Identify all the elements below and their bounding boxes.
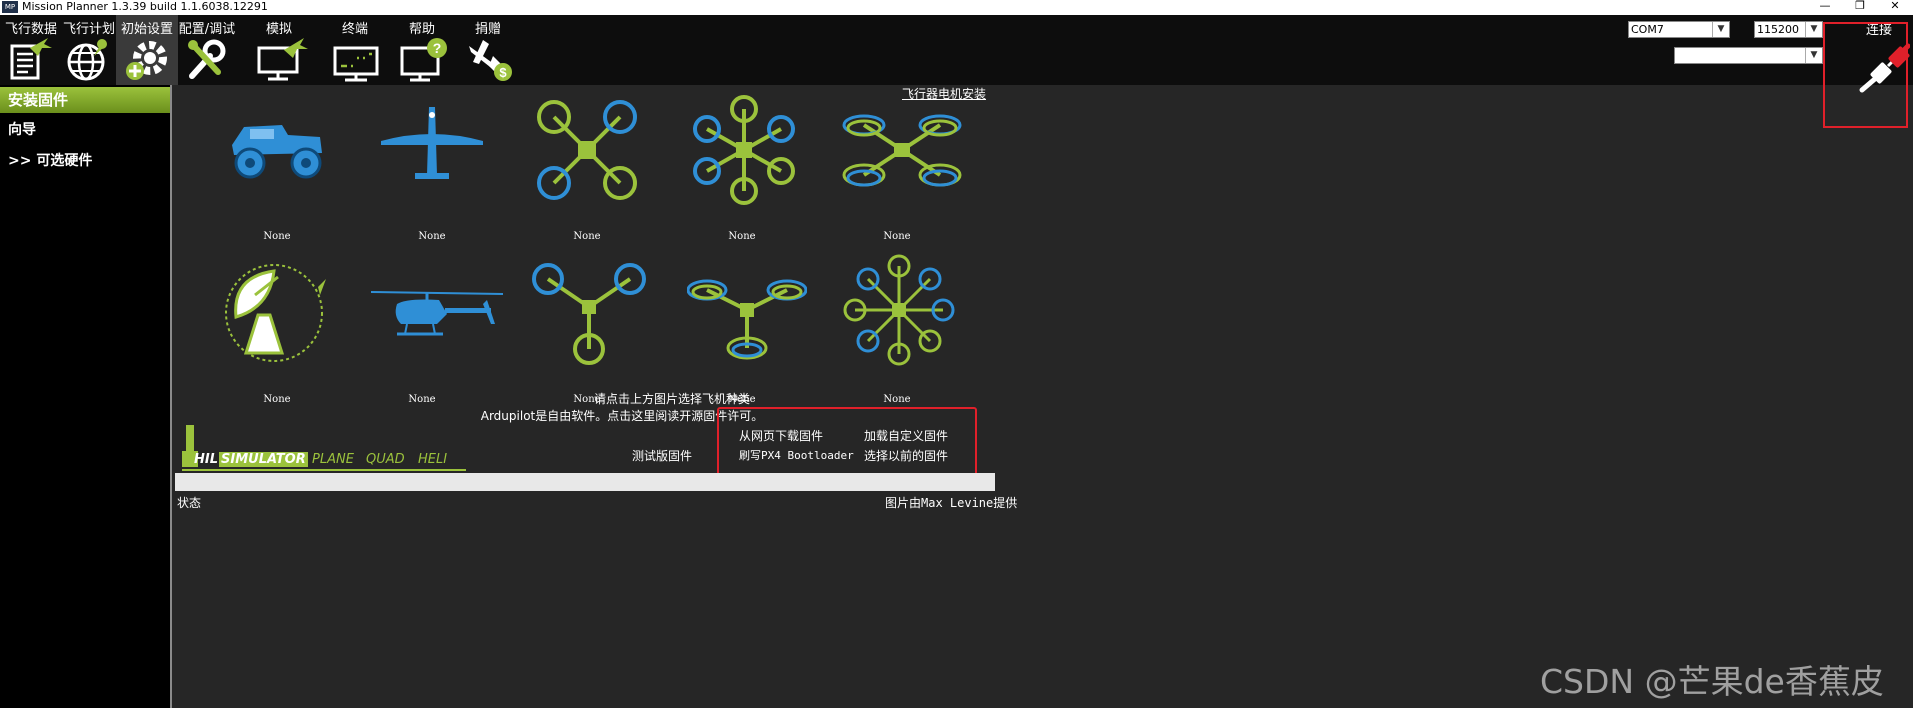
menu-label: 飞行数据 [4, 22, 57, 37]
menu-flight-data[interactable]: 飞行数据 [0, 15, 62, 85]
baud-select[interactable]: 115200 ▼ [1754, 21, 1823, 38]
airframe-antenna-tracker[interactable]: None [217, 257, 337, 405]
watermark: CSDN @芒果de香蕉皮 [1540, 662, 1884, 701]
hil-heli-link[interactable]: HELI [418, 452, 447, 467]
beta-firmware-link[interactable]: 测试版固件 [632, 447, 692, 464]
tri-icon [532, 263, 646, 365]
octa-quad-icon [842, 114, 962, 187]
airframe-octa[interactable]: None [837, 253, 957, 405]
chevron-down-icon: ▼ [1712, 22, 1729, 37]
window-title: Mission Planner 1.3.39 build 1.1.6038.12… [22, 0, 268, 13]
close-icon[interactable]: ✕ [1880, 0, 1910, 15]
hil-prefix: HIL [194, 452, 219, 467]
menu-terminal[interactable]: 终端 [324, 15, 386, 85]
airframe-caption: None [418, 231, 446, 242]
airframe-tri[interactable]: None [527, 257, 647, 405]
menu-label: 帮助 [408, 22, 435, 37]
flight-data-icon [10, 38, 52, 80]
airframe-y6[interactable]: None [682, 270, 807, 410]
terminal-icon [333, 46, 379, 82]
status-label: 状态 [177, 496, 202, 510]
main-content: 飞行器电机安装 None None None None None None No… [172, 85, 1913, 708]
airframe-caption: None [728, 231, 756, 242]
menu-label: 配置/调试 [178, 22, 236, 37]
menu-initial-setup[interactable]: 初始设置 [116, 15, 178, 85]
svg-text:$: $ [499, 65, 507, 80]
menu-label: 终端 [341, 22, 368, 37]
hil-underline [182, 469, 466, 471]
hil-quad-link[interactable]: QUAD [366, 452, 405, 467]
hil-simulator-link[interactable]: SIMULATOR [219, 452, 308, 467]
port-select[interactable]: COM7 ▼ [1628, 21, 1730, 38]
menu-config-tuning[interactable]: 配置/调试 [176, 15, 238, 85]
heli-icon [370, 291, 504, 336]
hil-plane-link[interactable]: PLANE [312, 452, 354, 467]
donate-icon: $ [469, 40, 512, 81]
sidebar-item-optional-hardware[interactable]: >> 可选硬件 [8, 150, 92, 170]
chevron-down-icon: ▼ [1805, 22, 1822, 37]
svg-text:?: ? [433, 40, 442, 56]
main-toolbar: 飞行数据 飞行计划 初始设置 配置/调试 模拟 终端 帮助 ? 捐赠 $ COM… [0, 15, 1913, 93]
sidebar-item-install-firmware[interactable]: 安装固件 [0, 87, 170, 113]
image-credit: 图片由Max Levine提供 [885, 496, 1018, 510]
help-icon: ? [400, 38, 447, 82]
menu-flight-plan[interactable]: 飞行计划 [58, 15, 120, 85]
antenna-tracker-icon [225, 264, 326, 362]
baud-value: 115200 [1757, 23, 1799, 36]
flight-plan-icon [67, 39, 107, 81]
quad-icon [537, 100, 637, 200]
initial-setup-icon [126, 41, 167, 80]
simulation-icon [257, 38, 308, 81]
menu-help[interactable]: 帮助 ? [391, 15, 453, 85]
hil-simulator-links: HIL SIMULATOR PLANE QUAD HELI [182, 425, 466, 477]
airframe-octa-quad[interactable]: None [837, 105, 962, 245]
progress-bar [175, 473, 995, 491]
app-logo: MP [2, 1, 18, 13]
airframe-caption: None [883, 231, 911, 242]
extra-select[interactable]: ▼ [1674, 47, 1823, 64]
hexa-icon [693, 95, 795, 205]
airframe-caption: None [263, 231, 291, 242]
menu-label: 捐赠 [474, 22, 501, 37]
firmware-links-highlight-box [717, 407, 977, 481]
y6-icon [687, 279, 807, 360]
config-tuning-icon [188, 39, 226, 79]
menu-label: 模拟 [265, 22, 292, 37]
minimize-icon[interactable]: — [1810, 0, 1840, 15]
restore-icon[interactable]: ❐ [1845, 0, 1875, 15]
menu-label: 初始设置 [120, 22, 173, 37]
sidebar: 安装固件 向导 >> 可选硬件 [0, 85, 172, 708]
airframe-quad[interactable]: None [527, 95, 647, 242]
menu-simulation[interactable]: 模拟 [248, 15, 310, 85]
motor-setup-link[interactable]: 飞行器电机安装 [902, 85, 986, 102]
airframe-hexa[interactable]: None [682, 95, 802, 242]
airframe-caption: None [263, 394, 291, 405]
airframe-plane[interactable]: None [372, 105, 492, 245]
chevron-down-icon: ▼ [1805, 48, 1822, 63]
airframe-rover[interactable]: None [217, 105, 337, 245]
rover-icon [232, 125, 322, 179]
select-airframe-hint: 请点击上方图片选择飞机种类 [593, 392, 750, 406]
sidebar-item-wizard[interactable]: 向导 [8, 119, 36, 139]
plane-icon [381, 107, 483, 179]
port-value: COM7 [1631, 23, 1664, 36]
airframe-caption: None [573, 231, 601, 242]
menu-donate[interactable]: 捐赠 $ [457, 15, 519, 85]
menu-label: 飞行计划 [62, 22, 115, 37]
octa-icon [843, 254, 955, 366]
title-bar: MP Mission Planner 1.3.39 build 1.1.6038… [0, 0, 1913, 15]
